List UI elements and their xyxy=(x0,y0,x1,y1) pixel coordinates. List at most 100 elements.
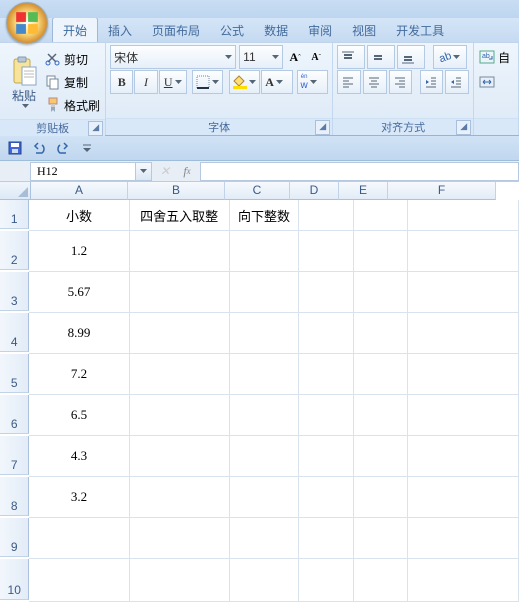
copy-button[interactable]: 复制 xyxy=(44,71,100,93)
cell-F7[interactable] xyxy=(408,436,519,477)
col-header-A[interactable]: A xyxy=(31,182,128,200)
col-header-B[interactable]: B xyxy=(128,182,225,200)
row-header-6[interactable]: 6 xyxy=(0,395,29,434)
cell-C8[interactable] xyxy=(230,477,300,518)
cell-F5[interactable] xyxy=(408,354,519,395)
paste-button[interactable]: 粘贴 xyxy=(4,46,44,116)
cell-C7[interactable] xyxy=(230,436,300,477)
cell-A7[interactable]: 4.3 xyxy=(29,436,129,477)
cell-F4[interactable] xyxy=(408,313,519,354)
cell-E2[interactable] xyxy=(354,231,409,272)
cell-C6[interactable] xyxy=(230,395,300,436)
cell-A10[interactable] xyxy=(29,559,129,602)
cell-E7[interactable] xyxy=(354,436,409,477)
cell-C5[interactable] xyxy=(230,354,300,395)
cell-D2[interactable] xyxy=(299,231,354,272)
cell-B3[interactable] xyxy=(130,272,230,313)
ribbon-tab-1[interactable]: 插入 xyxy=(98,18,142,42)
row-header-4[interactable]: 4 xyxy=(0,313,29,352)
cell-E8[interactable] xyxy=(354,477,409,518)
cell-D10[interactable] xyxy=(299,559,354,602)
cell-B6[interactable] xyxy=(130,395,230,436)
cell-E5[interactable] xyxy=(354,354,409,395)
fill-color-button[interactable] xyxy=(229,70,261,94)
worksheet[interactable]: ABCDEF 1小数四舍五入取整向下整数21.235.6748.9957.266… xyxy=(0,182,519,602)
cell-E10[interactable] xyxy=(354,559,409,602)
font-color-button[interactable]: A xyxy=(261,70,293,94)
save-button[interactable] xyxy=(6,139,24,157)
select-all-corner[interactable] xyxy=(0,182,31,200)
cell-F9[interactable] xyxy=(408,518,519,559)
cell-D6[interactable] xyxy=(299,395,354,436)
name-box[interactable]: H12 xyxy=(30,162,136,181)
align-launcher[interactable]: ◢ xyxy=(456,120,471,135)
cell-B1[interactable]: 四舍五入取整 xyxy=(130,200,230,231)
merge-button[interactable] xyxy=(478,71,514,93)
ribbon-tab-7[interactable]: 开发工具 xyxy=(386,18,454,42)
cell-F10[interactable] xyxy=(408,559,519,602)
cell-A8[interactable]: 3.2 xyxy=(29,477,129,518)
cell-E1[interactable] xyxy=(354,200,409,231)
grow-font-button[interactable]: Aˆ xyxy=(286,48,304,66)
undo-button[interactable] xyxy=(30,139,48,157)
cut-button[interactable]: 剪切 xyxy=(44,48,100,70)
format-painter-button[interactable]: 格式刷 xyxy=(44,94,100,116)
align-left-button[interactable] xyxy=(337,70,361,94)
cell-F6[interactable] xyxy=(408,395,519,436)
align-middle-button[interactable] xyxy=(367,45,395,69)
cell-B10[interactable] xyxy=(130,559,230,602)
cell-D4[interactable] xyxy=(299,313,354,354)
cell-D5[interactable] xyxy=(299,354,354,395)
cell-C4[interactable] xyxy=(230,313,300,354)
wrap-text-button[interactable]: ab 自 xyxy=(478,46,514,68)
decrease-indent-button[interactable] xyxy=(420,70,444,94)
clipboard-launcher[interactable]: ◢ xyxy=(88,121,103,136)
cell-D7[interactable] xyxy=(299,436,354,477)
cell-D9[interactable] xyxy=(299,518,354,559)
cell-C9[interactable] xyxy=(230,518,300,559)
italic-button[interactable]: I xyxy=(134,70,157,94)
cell-B5[interactable] xyxy=(130,354,230,395)
cell-E3[interactable] xyxy=(354,272,409,313)
row-header-9[interactable]: 9 xyxy=(0,518,29,557)
cell-D3[interactable] xyxy=(299,272,354,313)
cell-E4[interactable] xyxy=(354,313,409,354)
row-header-8[interactable]: 8 xyxy=(0,477,29,516)
ribbon-tab-6[interactable]: 视图 xyxy=(342,18,386,42)
cell-C2[interactable] xyxy=(230,231,300,272)
qat-customize-button[interactable] xyxy=(78,139,96,157)
row-header-1[interactable]: 1 xyxy=(0,200,29,229)
cell-A1[interactable]: 小数 xyxy=(29,200,129,231)
cell-B8[interactable] xyxy=(130,477,230,518)
shrink-font-button[interactable]: Aˇ xyxy=(307,48,325,66)
cell-A6[interactable]: 6.5 xyxy=(29,395,129,436)
cell-B2[interactable] xyxy=(130,231,230,272)
cell-A5[interactable]: 7.2 xyxy=(29,354,129,395)
formula-bar[interactable] xyxy=(200,162,519,181)
cell-B9[interactable] xyxy=(130,518,230,559)
bold-button[interactable]: B xyxy=(110,70,133,94)
font-name-combo[interactable]: 宋体 xyxy=(110,45,236,69)
col-header-F[interactable]: F xyxy=(388,182,496,200)
fx-button[interactable]: fx xyxy=(176,162,198,180)
underline-button[interactable]: U xyxy=(159,70,187,94)
cell-E9[interactable] xyxy=(354,518,409,559)
cell-C10[interactable] xyxy=(230,559,300,602)
cell-D8[interactable] xyxy=(299,477,354,518)
cell-A4[interactable]: 8.99 xyxy=(29,313,129,354)
cell-F3[interactable] xyxy=(408,272,519,313)
name-box-dropdown[interactable] xyxy=(136,162,152,181)
align-top-button[interactable] xyxy=(337,45,365,69)
row-header-10[interactable]: 10 xyxy=(0,559,29,600)
office-button[interactable] xyxy=(6,2,48,44)
cancel-formula-button[interactable]: ✕ xyxy=(154,162,176,180)
cell-B4[interactable] xyxy=(130,313,230,354)
align-right-button[interactable] xyxy=(389,70,413,94)
ribbon-tab-2[interactable]: 页面布局 xyxy=(142,18,210,42)
col-header-D[interactable]: D xyxy=(290,182,339,200)
orientation-button[interactable]: ab xyxy=(433,45,467,69)
align-bottom-button[interactable] xyxy=(397,45,425,69)
row-header-2[interactable]: 2 xyxy=(0,231,29,270)
align-center-button[interactable] xyxy=(363,70,387,94)
increase-indent-button[interactable] xyxy=(445,70,469,94)
